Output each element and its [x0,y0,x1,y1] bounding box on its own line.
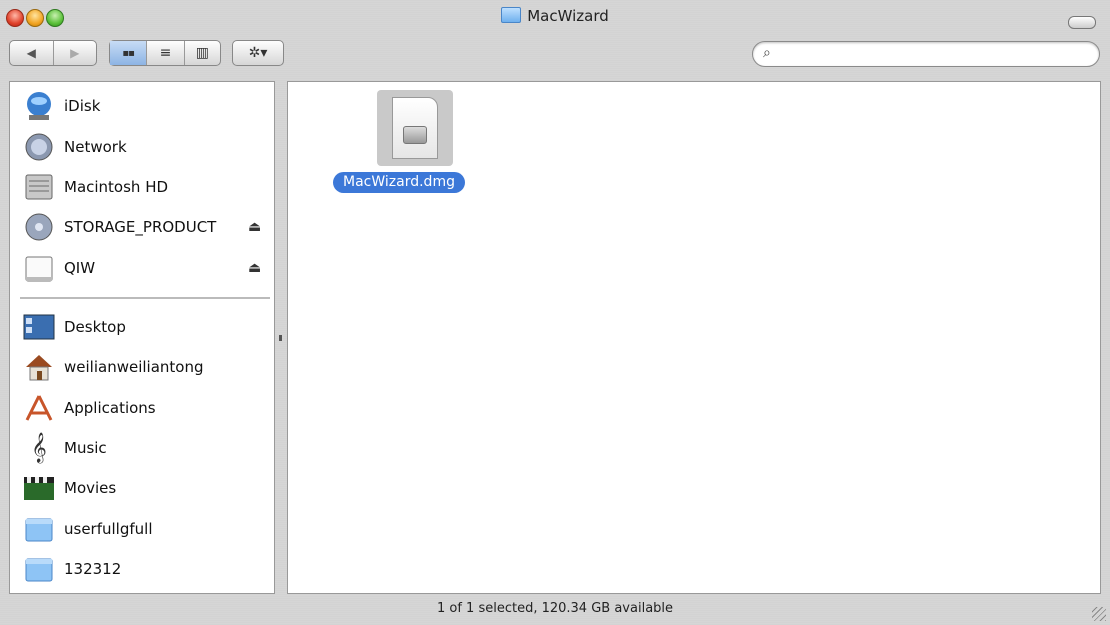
sidebar-item-userfullgfull[interactable]: userfullgfull [10,511,274,547]
forward-button[interactable]: ▶ [52,41,97,65]
sidebar-item-label: QIW [64,259,96,277]
home-icon [22,351,56,383]
sidebar-item-label: Macintosh HD [64,178,169,196]
icon-view-button[interactable]: ▪▪ [110,41,147,65]
window-title: MacWizard [0,7,1110,25]
sidebar-item-network[interactable]: Network [10,129,274,165]
navigation-segment: ◀ ▶ [9,40,97,66]
sidebar-item-label: userfullgfull [64,520,153,538]
search-icon: ⌕ [763,45,771,61]
sidebar-item-132312[interactable]: 132312 [10,551,274,587]
network-globe-icon [22,131,56,163]
sidebar-item-label: 132312 [64,560,122,578]
column-view-button[interactable]: ▥ [183,41,220,65]
sidebar-splitter[interactable] [276,81,286,594]
toolbar: ◀ ▶ ▪▪ ≡ ▥ ✲▾ ⌕ [0,34,1110,78]
sidebar-divider [20,297,270,299]
sidebar-item-movies[interactable]: Movies [10,470,274,506]
gear-icon: ✲▾ [248,45,268,61]
back-button[interactable]: ◀ [10,41,53,65]
sidebar-item-applications[interactable]: Applications [10,390,274,426]
file-icon-tile[interactable] [377,90,453,166]
toolbar-toggle-button[interactable] [1068,16,1096,29]
sidebar-item-storage-product[interactable]: STORAGE_PRODUCT ⏏ [10,209,274,245]
file-name-label[interactable]: MacWizard.dmg [333,172,465,193]
desktop-icon [22,311,56,343]
title-bar: MacWizard [0,0,1110,34]
action-segment: ✲▾ [232,40,284,66]
sidebar-item-label: STORAGE_PRODUCT [64,218,217,236]
sidebar-item-idisk[interactable]: iDisk [10,88,274,124]
sidebar-item-label: Network [64,138,127,156]
sidebar-item-desktop[interactable]: Desktop [10,309,274,345]
folder-icon [22,553,56,585]
search-field[interactable]: ⌕ [752,41,1100,67]
sidebar-item-label: iDisk [64,97,101,115]
sidebar-item-qiw[interactable]: QIW ⏏ [10,250,274,286]
list-view-button[interactable]: ≡ [146,41,183,65]
sidebar-item-label: Desktop [64,318,126,336]
sidebar-item-label: Music [64,439,107,457]
view-segment: ▪▪ ≡ ▥ [109,40,221,66]
list-view-icon: ≡ [159,45,172,61]
status-text: 1 of 1 selected, 120.34 GB available [436,601,674,616]
sidebar-item-macintosh-hd[interactable]: Macintosh HD [10,169,274,205]
sidebar-item-home[interactable]: weilianweiliantong [10,349,274,385]
folder-icon [22,513,56,545]
splitter-grip[interactable] [279,335,282,341]
back-arrow-icon: ◀ [26,46,36,60]
resize-grip-icon[interactable] [1092,607,1106,621]
sidebar-item-label: Applications [64,399,156,417]
applications-icon [22,392,56,424]
dmg-file-icon [392,97,438,159]
finder-window: MacWizard ◀ ▶ ▪▪ ≡ ▥ ✲▾ ⌕ iDisk Network … [0,0,1110,625]
removable-drive-icon [22,252,56,284]
file-browser-area: MacWizard.dmg [287,81,1101,594]
status-bar: 1 of 1 selected, 120.34 GB available [0,596,1110,625]
folder-icon [501,7,522,23]
forward-arrow-icon: ▶ [70,46,80,60]
eject-icon[interactable]: ⏏ [248,260,261,276]
icon-view-icon: ▪▪ [122,47,135,59]
movies-icon [22,472,56,504]
sidebar-item-label: weilianweiliantong [64,358,204,376]
column-view-icon: ▥ [195,45,209,61]
music-icon: 𝄞 [31,432,47,463]
storage-disc-icon [22,211,56,243]
hard-drive-icon [22,171,56,203]
eject-icon[interactable]: ⏏ [248,219,261,235]
sidebar-item-label: Movies [64,479,117,497]
sidebar-item-music[interactable]: 𝄞 Music [10,430,274,466]
idisk-icon [22,90,56,122]
sidebar: iDisk Network Macintosh HD STORAGE_PRODU… [9,81,275,594]
action-menu-button[interactable]: ✲▾ [233,41,283,65]
